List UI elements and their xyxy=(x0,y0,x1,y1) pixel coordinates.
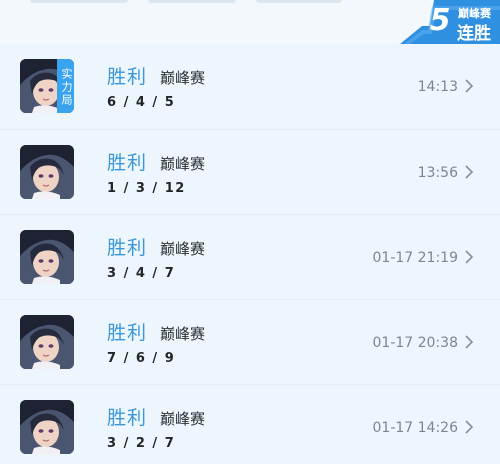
hero-avatar: 实力局 xyxy=(20,59,74,113)
tab-stub[interactable] xyxy=(148,0,236,3)
match-kda: 1 / 3 / 12 xyxy=(107,181,186,196)
match-time: 01-17 20:38 xyxy=(372,335,458,351)
hero-portrait-image xyxy=(20,400,74,454)
header-bar: 5 巅峰赛 连胜 xyxy=(0,0,500,44)
chevron-right-icon xyxy=(465,165,474,179)
hero-portrait-image xyxy=(20,315,74,369)
match-result: 胜利 xyxy=(107,152,148,174)
match-result: 胜利 xyxy=(107,407,148,429)
hero-avatar xyxy=(20,400,74,454)
chevron-right-icon xyxy=(465,250,474,264)
match-mode: 巅峰赛 xyxy=(160,155,206,173)
streak-label: 连胜 xyxy=(457,24,491,44)
match-kda: 3 / 2 / 7 xyxy=(107,436,176,451)
match-result: 胜利 xyxy=(107,322,148,344)
match-kda: 7 / 6 / 9 xyxy=(107,351,176,366)
chevron-right-icon xyxy=(465,420,474,434)
win-streak-banner: 5 巅峰赛 连胜 xyxy=(400,0,500,44)
match-mode: 巅峰赛 xyxy=(160,69,206,87)
match-result: 胜利 xyxy=(107,66,148,88)
streak-count: 5 xyxy=(429,3,451,38)
match-row[interactable]: 胜利 巅峰赛 1 / 3 / 12 13:56 xyxy=(0,129,500,214)
hero-avatar xyxy=(20,230,74,284)
chevron-right-icon xyxy=(465,335,474,349)
hero-portrait-image xyxy=(20,145,74,199)
match-list: 实力局 胜利 巅峰赛 6 / 4 / 5 14:13 胜利 巅峰赛 1 / 3 … xyxy=(0,44,500,464)
hero-avatar xyxy=(20,315,74,369)
tab-stub[interactable] xyxy=(256,0,342,3)
chevron-right-icon xyxy=(465,79,474,93)
tab-stub[interactable] xyxy=(30,0,128,3)
match-mode: 巅峰赛 xyxy=(160,240,206,258)
hero-avatar xyxy=(20,145,74,199)
match-kda: 6 / 4 / 5 xyxy=(107,95,176,110)
match-mode: 巅峰赛 xyxy=(160,325,206,343)
match-row[interactable]: 实力局 胜利 巅峰赛 6 / 4 / 5 14:13 xyxy=(0,44,500,129)
hero-portrait-image xyxy=(20,230,74,284)
match-time: 13:56 xyxy=(417,165,458,181)
match-time: 14:13 xyxy=(417,79,458,95)
match-result: 胜利 xyxy=(107,237,148,259)
rank-badge: 实力局 xyxy=(57,59,74,113)
match-kda: 3 / 4 / 7 xyxy=(107,266,176,281)
match-time: 01-17 21:19 xyxy=(372,250,458,266)
match-mode: 巅峰赛 xyxy=(160,410,206,428)
match-time: 01-17 14:26 xyxy=(372,420,458,436)
match-row[interactable]: 胜利 巅峰赛 3 / 2 / 7 01-17 14:26 xyxy=(0,384,500,464)
match-row[interactable]: 胜利 巅峰赛 7 / 6 / 9 01-17 20:38 xyxy=(0,299,500,384)
match-row[interactable]: 胜利 巅峰赛 3 / 4 / 7 01-17 21:19 xyxy=(0,214,500,299)
